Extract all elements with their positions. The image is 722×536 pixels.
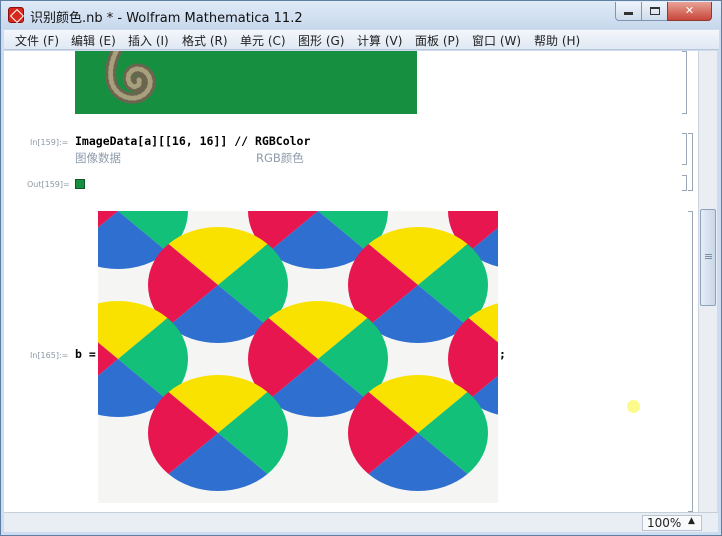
input-code-165-prefix[interactable]: b = xyxy=(75,347,96,361)
menu-cell[interactable]: 单元 (C) xyxy=(240,32,286,49)
chameleon-tail-graphic xyxy=(105,51,156,104)
close-button[interactable]: ✕ xyxy=(667,2,712,21)
pattern-graphic xyxy=(98,211,498,492)
rgb-color-swatch xyxy=(75,179,85,189)
menu-palettes[interactable]: 面板 (P) xyxy=(415,32,459,49)
menu-window[interactable]: 窗口 (W) xyxy=(472,32,521,49)
menu-format[interactable]: 格式 (R) xyxy=(182,32,228,49)
status-bar: 100% ▲ xyxy=(4,512,718,532)
vertical-scrollbar[interactable] xyxy=(698,51,717,512)
cell-bracket[interactable] xyxy=(682,133,687,165)
notebook-area[interactable]: In[159]:= ImageData[a][[16, 16]] // RGBC… xyxy=(4,51,698,512)
title-bar[interactable]: 识别颜色.nb * - Wolfram Mathematica 11.2 ✕ xyxy=(1,1,721,29)
minimize-button[interactable] xyxy=(615,2,642,21)
mathematica-window: 识别颜色.nb * - Wolfram Mathematica 11.2 ✕ 文… xyxy=(0,0,722,536)
code-hint-rgbcolor: RGB颜色 xyxy=(256,151,304,165)
minimize-icon xyxy=(624,12,633,15)
menu-graphics[interactable]: 图形 (G) xyxy=(298,32,344,49)
cell-bracket[interactable] xyxy=(682,51,687,114)
menu-edit[interactable]: 编辑 (E) xyxy=(71,32,116,49)
menu-evaluation[interactable]: 计算 (V) xyxy=(357,32,402,49)
maximize-button[interactable] xyxy=(641,2,668,21)
zoom-value: 100% xyxy=(647,516,682,530)
zoom-dropdown-icon[interactable]: ▲ xyxy=(688,516,695,526)
input-code-165-suffix[interactable]: ; xyxy=(499,347,506,361)
code-hint-imagedata: 图像数据 xyxy=(75,151,121,165)
chameleon-image-output xyxy=(75,51,417,114)
input-label-165: In[165]:= xyxy=(30,351,69,360)
menu-file[interactable]: 文件 (F) xyxy=(15,32,59,49)
close-icon: ✕ xyxy=(684,4,695,17)
grip-icon xyxy=(705,254,712,255)
output-label-159: Out[159]= xyxy=(27,180,70,189)
maximize-icon xyxy=(649,7,660,15)
window-title: 识别颜色.nb * - Wolfram Mathematica 11.2 xyxy=(30,11,303,26)
tiled-circle-pattern-image xyxy=(98,211,498,503)
menu-help[interactable]: 帮助 (H) xyxy=(534,32,580,49)
cell-bracket[interactable] xyxy=(688,211,693,512)
mouse-cursor-highlight xyxy=(627,400,640,413)
input-label-159: In[159]:= xyxy=(30,138,69,147)
cell-bracket[interactable] xyxy=(682,175,687,191)
mathematica-app-icon[interactable] xyxy=(8,7,24,23)
cell-group-bracket[interactable] xyxy=(688,133,693,191)
menu-bar: 文件 (F) 编辑 (E) 插入 (I) 格式 (R) 单元 (C) 图形 (G… xyxy=(4,30,719,50)
scrollbar-thumb[interactable] xyxy=(700,209,716,306)
menu-insert[interactable]: 插入 (I) xyxy=(128,32,169,49)
input-code-159[interactable]: ImageData[a][[16, 16]] // RGBColor xyxy=(75,134,310,148)
